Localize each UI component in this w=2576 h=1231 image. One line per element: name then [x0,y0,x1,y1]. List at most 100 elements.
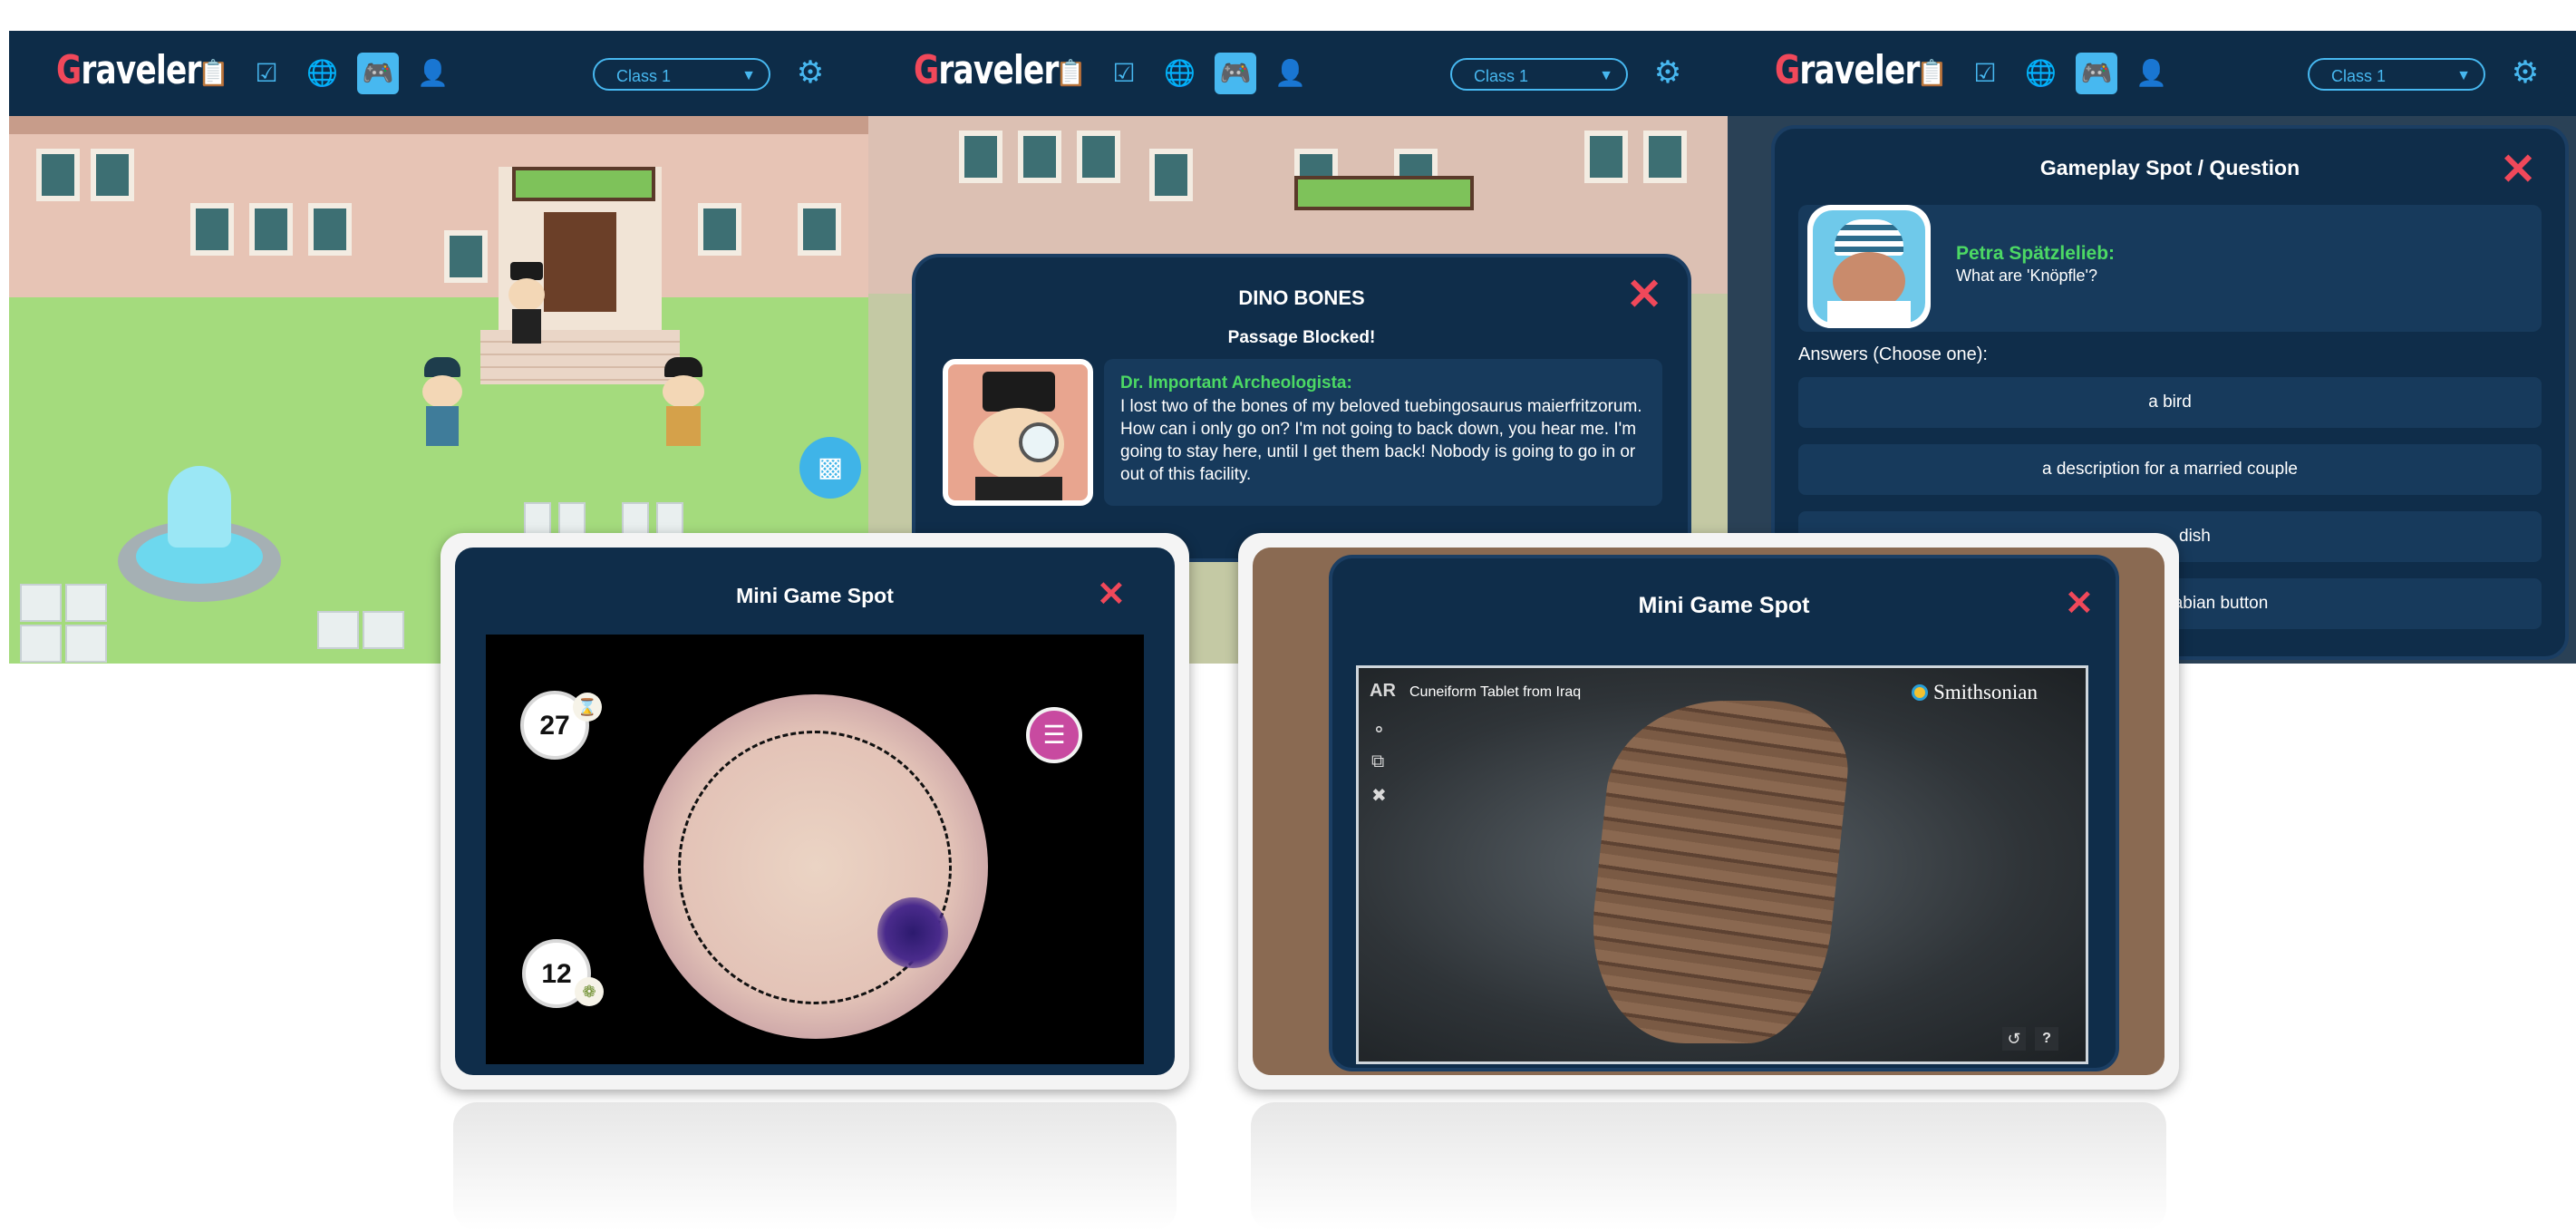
close-icon[interactable]: ✕ [2500,149,2536,192]
close-icon[interactable]: ✕ [2065,586,2094,622]
planter [512,167,655,201]
dialog-title: Gameplay Spot / Question [2039,156,2300,179]
inventory-button[interactable]: ▩ [799,437,861,499]
user-icon[interactable]: 👤 [417,59,449,88]
minigame-window: Mini Game Spot ✕ AR Cuneiform Tablet fro… [1329,555,2119,1071]
globe-icon[interactable]: 🌐 [2025,59,2057,88]
checklist-icon[interactable]: ☑ [1109,59,1138,88]
floor-tile [65,584,107,622]
dialog-message: I lost two of the bones of my beloved tu… [1120,397,1642,484]
window [249,203,293,256]
class-select-value: Class 1 [2331,67,2387,85]
answer-option[interactable]: a description for a married couple [1798,444,2542,495]
window [36,149,80,201]
ar-button[interactable]: AR [1370,681,1396,702]
fullscreen-icon[interactable]: ⧉ [1371,751,1384,772]
menu-button[interactable]: ☰ [1026,707,1082,763]
window [91,149,134,201]
window [698,203,741,256]
window [308,203,352,256]
clipboard-icon[interactable]: 📋 [1916,59,1948,88]
gear-icon[interactable]: ⚙ [2509,56,2542,89]
top-navigation-bar: Graveler 📋 ☑ 🌐 🎮 👤 Class 1 ▼ ⚙ [868,31,1728,116]
gamepad-icon[interactable]: 🎮 [357,53,399,94]
class-select-value: Class 1 [1474,67,1529,85]
app-logo: Graveler [56,47,201,93]
answer-option-text: dish [2179,527,2211,546]
sun-icon [1912,684,1928,701]
reset-icon[interactable]: ↺ [2002,1027,2026,1051]
tablet-reflection [1251,1102,2166,1231]
brand-label: Smithsonian [1933,681,2039,703]
npc-avatar [943,359,1093,506]
user-icon[interactable]: 👤 [2135,59,2167,88]
checklist-icon[interactable]: ☑ [1971,59,2000,88]
entrance-door[interactable] [544,212,616,312]
window [1077,131,1120,183]
list-icon: ☰ [1042,721,1066,749]
floor-tile [65,625,107,663]
cell-target[interactable] [877,897,948,968]
speaker-name: Petra Spätzlelieb: [1956,243,2116,264]
answer-option[interactable]: a bird [1798,377,2542,428]
help-button[interactable]: ? [2035,1027,2058,1051]
caret-down-icon: ▼ [2456,68,2471,83]
globe-icon[interactable]: 🌐 [306,59,338,88]
tablet-reflection [453,1102,1177,1231]
gamepad-icon[interactable]: 🎮 [2076,53,2117,94]
checklist-icon[interactable]: ☑ [252,59,281,88]
floor-tile [20,584,62,622]
briefcase-icon: ▩ [817,452,844,482]
character-npc[interactable] [657,357,710,448]
window [444,230,488,283]
floor-tile [20,625,62,663]
gear-icon[interactable]: ⚙ [1651,56,1684,89]
question-text: What are 'Knöpfle'? [1956,267,2097,285]
window [1643,131,1687,183]
caret-down-icon: ▼ [1599,68,1613,83]
hourglass-icon: ⌛ [573,693,602,722]
clipboard-icon[interactable]: 📋 [1055,59,1087,88]
fountain [118,466,281,602]
dialog-title: DINO BONES [1238,286,1365,309]
clipboard-icon[interactable]: 📋 [198,59,229,88]
answers-label: Answers (Choose one): [1798,344,1988,364]
window [1584,131,1628,183]
minigame-title: Mini Game Spot [736,584,894,607]
minigame-title: Mini Game Spot [1638,593,1810,618]
bug-icon: ❁ [575,977,604,1006]
microscope-viewport[interactable]: 27 ⌛ 12 ❁ ☰ [486,635,1144,1064]
floor-tile [317,611,359,649]
minigame-window: Mini Game Spot ✕ 27 ⌛ 12 ❁ ☰ [455,548,1175,1075]
window [798,203,841,256]
close-icon[interactable]: ✕ [1626,274,1662,317]
floor-tile [363,611,404,649]
top-navigation-bar: Graveler 📋 ☑ 🌐 🎮 👤 Class 1 ▼ ⚙ [1728,31,2576,116]
user-icon[interactable]: 👤 [1274,59,1306,88]
close-icon[interactable]: ✕ [1097,577,1126,613]
smithsonian-logo: Smithsonian [1912,679,2084,706]
window [959,131,1002,183]
planter [1294,176,1474,210]
character-player[interactable] [417,357,468,448]
app-logo: Graveler [914,47,1059,93]
dialog-subtitle: Passage Blocked! [1227,328,1376,347]
class-select[interactable]: Class 1 ▼ [593,58,770,91]
gamepad-icon[interactable]: 🎮 [1215,53,1256,94]
share-icon[interactable]: ⚬ [1371,719,1387,742]
cuneiform-tablet-model[interactable] [1580,701,1855,1043]
class-select[interactable]: Class 1 ▼ [2308,58,2485,91]
caret-down-icon: ▼ [741,68,756,83]
gear-icon[interactable]: ⚙ [794,56,827,89]
app-logo: Graveler [1775,47,1920,93]
globe-icon[interactable]: 🌐 [1164,59,1196,88]
class-select-value: Class 1 [616,67,672,85]
character-archeologist[interactable] [503,262,550,344]
3d-model-viewer[interactable]: AR Cuneiform Tablet from Iraq ⚬ ⧉ ✖ Smit… [1356,665,2088,1064]
window [1149,149,1193,201]
npc-avatar [1807,205,1931,328]
tools-icon[interactable]: ✖ [1371,784,1387,807]
tablet-minigame-microscope: Mini Game Spot ✕ 27 ⌛ 12 ❁ ☰ [441,533,1189,1090]
class-select[interactable]: Class 1 ▼ [1450,58,1628,91]
roof-strip [9,116,868,134]
